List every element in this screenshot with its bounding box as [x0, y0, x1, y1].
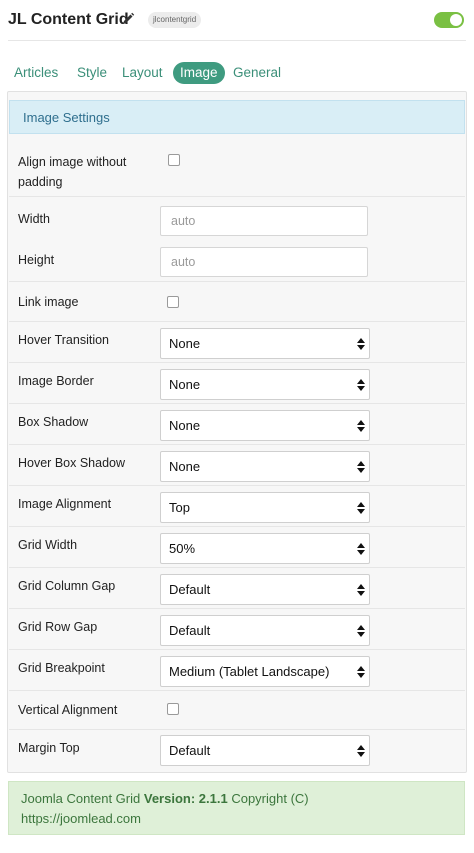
- label-hover-box-shadow: Hover Box Shadow: [18, 456, 126, 470]
- footer-version-number: 2.1.1: [198, 791, 228, 806]
- hover-box-shadow-select[interactable]: None: [160, 451, 370, 482]
- panel-heading: Image Settings: [9, 100, 465, 134]
- module-title: JL Content Grid: [8, 11, 129, 28]
- checkbox-align-without-padding[interactable]: [168, 154, 180, 166]
- checkbox-link-image[interactable]: [167, 296, 179, 308]
- hover-transition-select[interactable]: None: [160, 328, 370, 359]
- tab-general[interactable]: General: [233, 62, 281, 84]
- margin-top-select[interactable]: Default: [160, 735, 370, 766]
- grid-breakpoint-value: Medium (Tablet Landscape): [169, 664, 330, 679]
- select-arrows-icon: [357, 502, 365, 514]
- tab-image[interactable]: Image: [173, 62, 225, 84]
- row-grid-breakpoint: Grid Breakpoint Medium (Tablet Landscape…: [9, 649, 465, 690]
- label-box-shadow: Box Shadow: [18, 415, 89, 429]
- toggle-knob: [450, 14, 462, 26]
- label-link-image: Link image: [18, 295, 79, 309]
- row-vertical-alignment: Vertical Alignment: [9, 690, 465, 729]
- select-arrows-icon: [357, 745, 365, 757]
- module-badge: jlcontentgrid: [148, 12, 202, 28]
- grid-column-gap-value: Default: [169, 582, 211, 597]
- grid-row-gap-select[interactable]: Default: [160, 615, 370, 646]
- hover-transition-value: None: [169, 336, 201, 351]
- label-grid-breakpoint: Grid Breakpoint: [18, 661, 105, 675]
- tab-style[interactable]: Style: [77, 62, 107, 84]
- image-alignment-value: Top: [169, 500, 190, 515]
- footer-version-line: Joomla Content Grid Version: 2.1.1 Copyr…: [21, 791, 309, 806]
- footer-version-label: Version:: [143, 791, 196, 806]
- hover-box-shadow-value: None: [169, 459, 201, 474]
- label-image-border: Image Border: [18, 374, 94, 388]
- row-grid-column-gap: Grid Column Gap Default: [9, 567, 465, 608]
- row-image-alignment: Image Alignment Top: [9, 485, 465, 526]
- label-align-without-padding-2: padding: [18, 175, 63, 189]
- label-width: Width: [18, 212, 50, 226]
- width-input[interactable]: [160, 206, 368, 236]
- label-image-alignment: Image Alignment: [18, 497, 112, 511]
- select-arrows-icon: [357, 584, 365, 596]
- select-arrows-icon: [357, 666, 365, 678]
- label-grid-row-gap: Grid Row Gap: [18, 620, 98, 634]
- footer-url-link[interactable]: https://joomlead.com: [21, 811, 141, 826]
- box-shadow-select[interactable]: None: [160, 410, 370, 441]
- image-settings-panel: Image Settings Align image without paddi…: [7, 91, 467, 773]
- label-grid-width: Grid Width: [18, 538, 78, 552]
- grid-width-select[interactable]: 50%: [160, 533, 370, 564]
- grid-breakpoint-select[interactable]: Medium (Tablet Landscape): [160, 656, 370, 687]
- label-grid-column-gap: Grid Column Gap: [18, 579, 116, 593]
- row-link-image: Link image: [9, 281, 465, 320]
- image-alignment-select[interactable]: Top: [160, 492, 370, 523]
- box-shadow-value: None: [169, 418, 201, 433]
- select-arrows-icon: [357, 543, 365, 555]
- footer-product-name: Joomla Content Grid: [21, 791, 141, 806]
- module-toggle[interactable]: [434, 12, 464, 28]
- select-arrows-icon: [357, 420, 365, 432]
- row-image-border: Image Border None: [9, 362, 465, 403]
- label-margin-top: Margin Top: [18, 741, 80, 755]
- margin-top-value: Default: [169, 743, 211, 758]
- footer-copyright: Copyright (C): [231, 791, 309, 806]
- select-arrows-icon: [357, 338, 365, 350]
- grid-column-gap-select[interactable]: Default: [160, 574, 370, 605]
- edit-pencil-icon[interactable]: [121, 12, 135, 26]
- tab-articles[interactable]: Articles: [14, 62, 58, 84]
- row-width: Width: [9, 196, 465, 239]
- label-align-without-padding-1: Align image without: [18, 155, 127, 169]
- height-input[interactable]: [160, 247, 368, 277]
- row-height: Height: [9, 238, 465, 279]
- label-hover-transition: Hover Transition: [18, 333, 110, 347]
- grid-row-gap-value: Default: [169, 623, 211, 638]
- row-box-shadow: Box Shadow None: [9, 403, 465, 444]
- image-border-select[interactable]: None: [160, 369, 370, 400]
- version-footer: Joomla Content Grid Version: 2.1.1 Copyr…: [8, 781, 465, 835]
- label-height: Height: [18, 253, 55, 267]
- select-arrows-icon: [357, 461, 365, 473]
- panel-heading-text: Image Settings: [23, 110, 110, 125]
- row-hover-transition: Hover Transition None: [9, 321, 465, 362]
- tab-layout[interactable]: Layout: [122, 62, 163, 84]
- image-border-value: None: [169, 377, 201, 392]
- row-grid-row-gap: Grid Row Gap Default: [9, 608, 465, 649]
- select-arrows-icon: [357, 625, 365, 637]
- checkbox-vertical-alignment[interactable]: [167, 703, 179, 715]
- module-header: JL Content Grid jlcontentgrid: [8, 0, 466, 41]
- label-vertical-alignment: Vertical Alignment: [18, 703, 118, 717]
- row-margin-top: Margin Top Default: [9, 729, 465, 772]
- grid-width-value: 50%: [169, 541, 196, 556]
- row-grid-width: Grid Width 50%: [9, 526, 465, 567]
- row-hover-box-shadow: Hover Box Shadow None: [9, 444, 465, 485]
- row-align-without-padding: Align image without padding: [9, 142, 465, 194]
- select-arrows-icon: [357, 379, 365, 391]
